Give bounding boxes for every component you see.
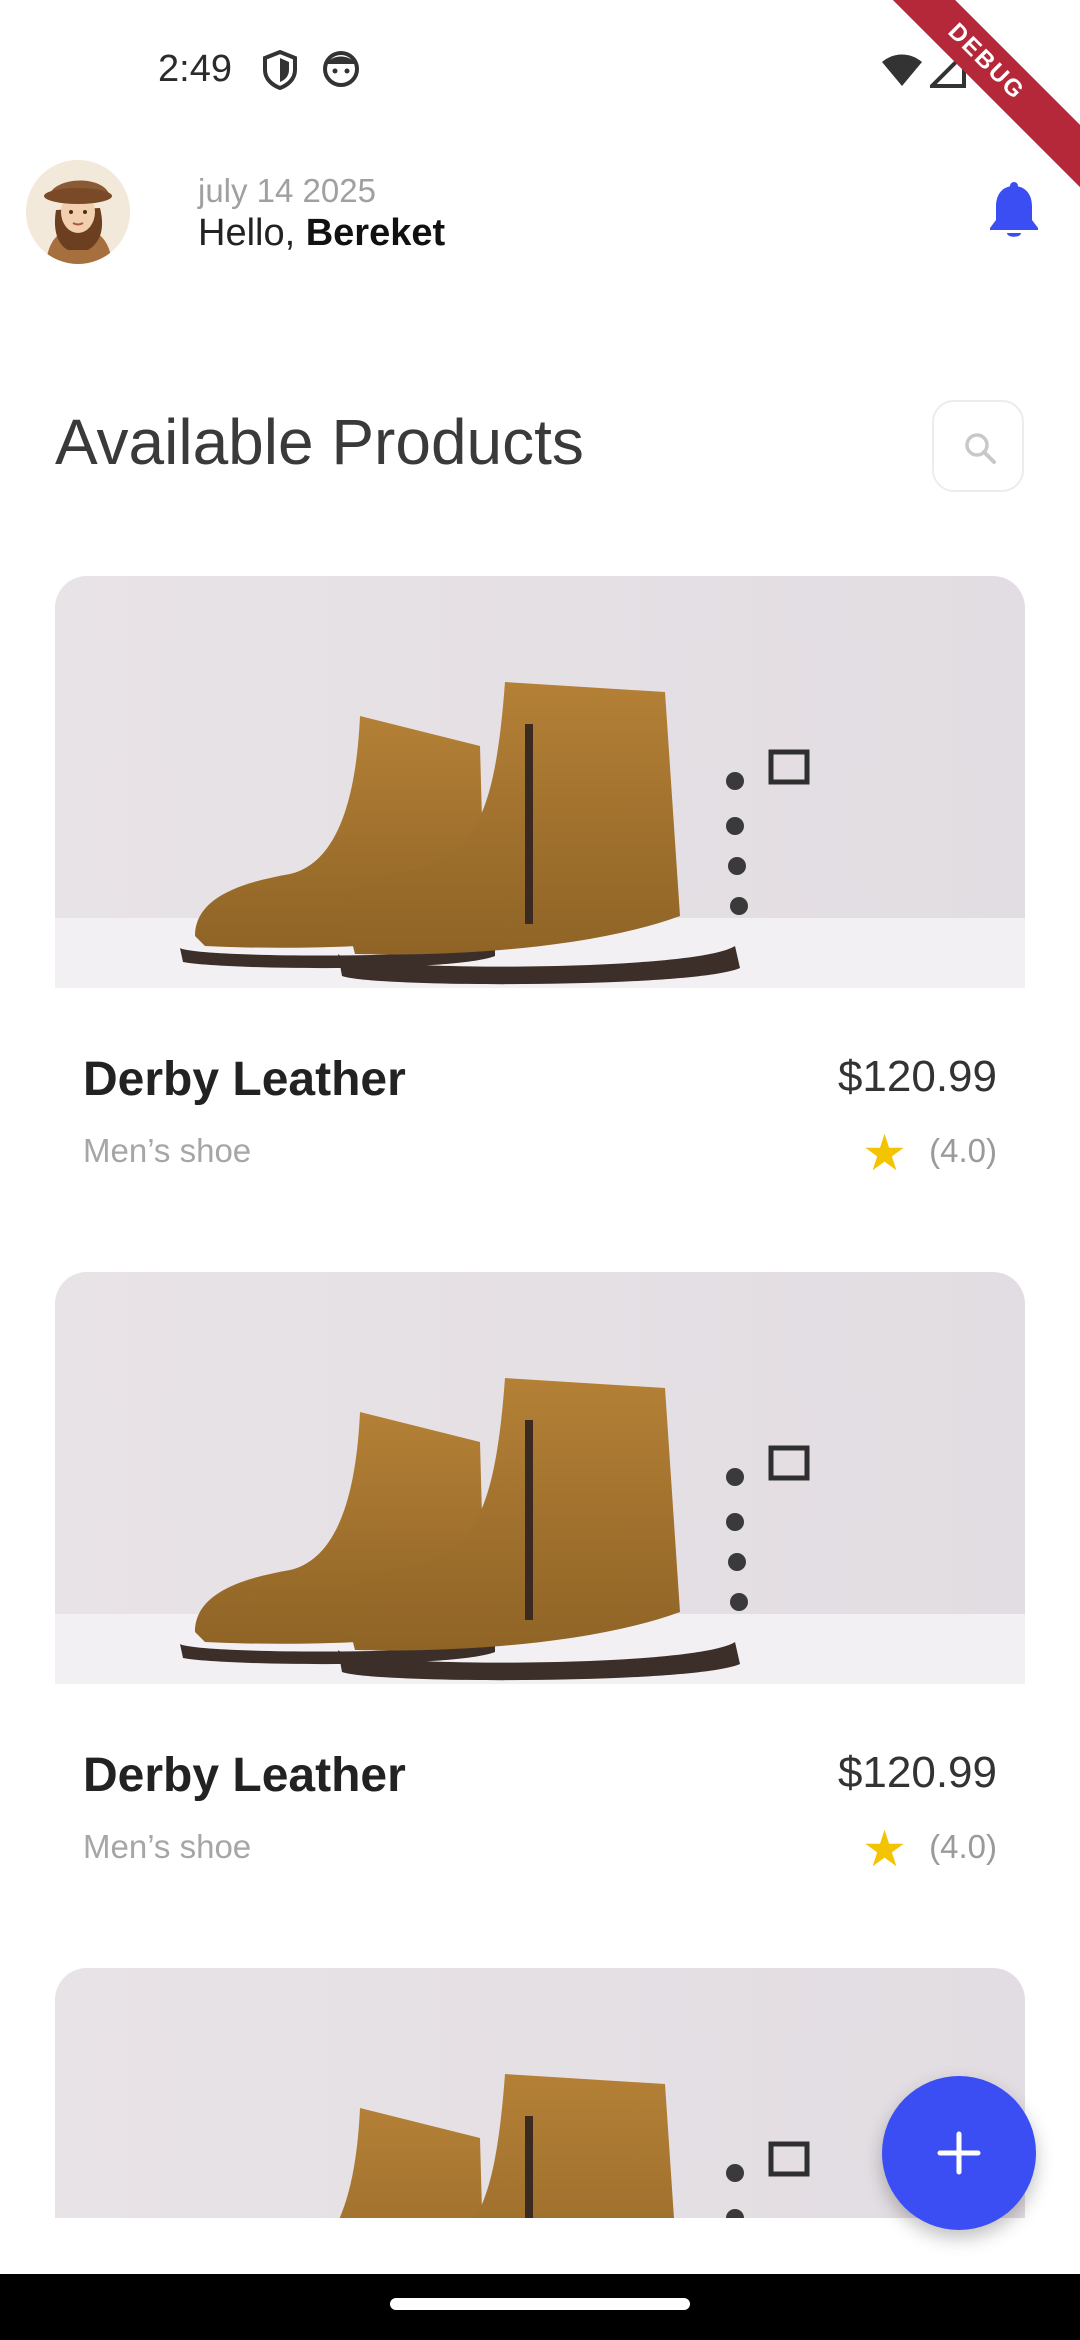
greeting: Hello, Bereket (198, 212, 445, 255)
product-rating: (4.0) (929, 1132, 997, 1169)
greeting-prefix: Hello, (198, 212, 306, 254)
page-title: Available Products (55, 406, 584, 478)
home-handle[interactable] (390, 2298, 690, 2310)
wifi-icon (880, 54, 924, 93)
product-name: Derby Leather (83, 1749, 406, 1802)
avatar[interactable] (26, 160, 130, 264)
star-icon: ★ (862, 1125, 907, 1181)
product-image (55, 1272, 1025, 1684)
product-category: Men’s shoe (83, 1828, 252, 1865)
add-product-button[interactable] (882, 2076, 1036, 2230)
user-name: Bereket (305, 212, 446, 254)
product-name: Derby Leather (83, 1053, 406, 1106)
plus-icon (937, 2131, 981, 2175)
product-rating: (4.0) (929, 1828, 997, 1865)
search-icon (965, 433, 996, 464)
product-image (55, 1968, 1025, 2218)
product-image (55, 576, 1025, 988)
product-card[interactable]: Derby Leather Men’s shoe $120.99 ★ (4.0) (55, 576, 1025, 1216)
system-navigation-bar (0, 2274, 1080, 2340)
star-icon: ★ (862, 1821, 907, 1877)
product-category: Men’s shoe (83, 1132, 252, 1169)
product-card[interactable] (55, 1968, 1025, 2218)
header: july 14 2025 Hello, Bereket (0, 150, 1080, 280)
bell-icon[interactable] (986, 182, 1042, 242)
status-time: 2:49 (158, 48, 232, 90)
header-date: july 14 2025 (198, 172, 376, 209)
product-price: $120.99 (837, 1052, 997, 1101)
product-price: $120.99 (837, 1748, 997, 1797)
shield-icon (262, 49, 298, 95)
search-button[interactable] (932, 400, 1024, 492)
product-card[interactable]: Derby Leather Men’s shoe $120.99 ★ (4.0) (55, 1272, 1025, 1912)
face-icon (322, 50, 360, 93)
